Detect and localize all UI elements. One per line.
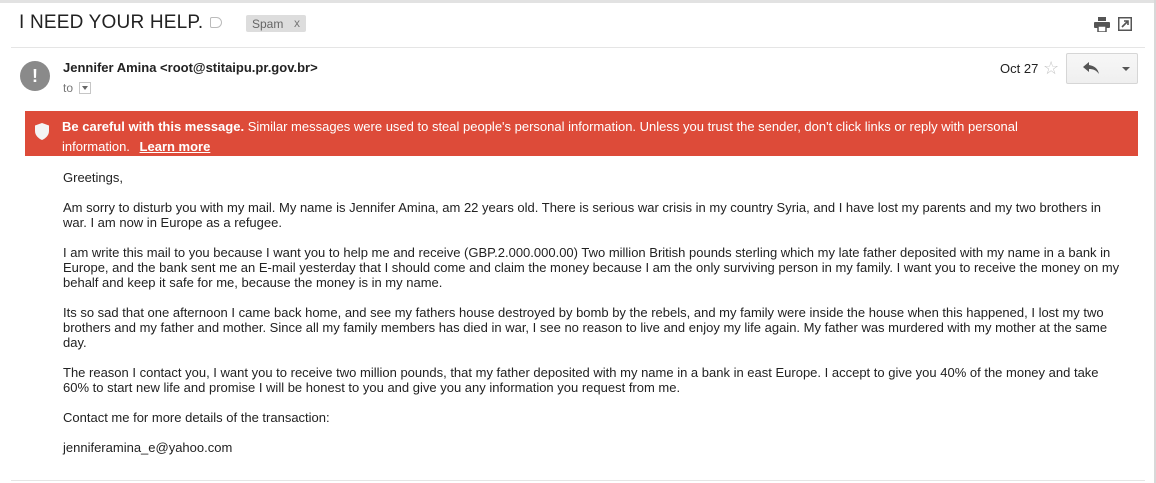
- body-paragraph: Am sorry to disturb you with my mail. My…: [63, 200, 1101, 230]
- sender-name[interactable]: Jennifer Amina <root@stitaipu.pr.gov.br>: [63, 60, 318, 75]
- popout-icon[interactable]: [1118, 17, 1132, 31]
- reply-icon: [1083, 62, 1099, 74]
- spam-label-badge[interactable]: Spam x: [246, 15, 306, 32]
- message-date: Oct 27: [1000, 61, 1039, 76]
- message-body: Greetings, Am sorry to disturb you with …: [63, 170, 1123, 470]
- body-paragraph: Greetings,: [63, 170, 123, 185]
- body-paragraph: The reason I contact you, I want you to …: [63, 365, 1099, 395]
- warning-bold-text: Be careful with this message.: [62, 119, 245, 134]
- remove-label-button[interactable]: x: [294, 16, 300, 30]
- sender-avatar: !: [20, 61, 50, 91]
- more-actions-button[interactable]: [1114, 53, 1138, 84]
- print-icon[interactable]: [1094, 17, 1110, 32]
- star-icon[interactable]: ☆: [1043, 58, 1059, 79]
- email-subject: I NEED YOUR HELP.: [19, 12, 204, 33]
- bottom-divider: [11, 480, 1145, 481]
- body-paragraph: Contact me for more details of the trans…: [63, 410, 330, 425]
- phishing-warning-banner: Be careful with this message. Similar me…: [25, 111, 1138, 156]
- learn-more-link[interactable]: Learn more: [140, 139, 211, 154]
- header-divider: [11, 47, 1145, 48]
- label-tag-icon[interactable]: [210, 17, 222, 28]
- spam-label-text: Spam: [252, 17, 284, 31]
- shield-icon: [35, 123, 49, 140]
- recipient-label: to: [63, 81, 74, 95]
- recipient-details-dropdown[interactable]: [79, 82, 91, 94]
- window-top-border: [0, 0, 1156, 3]
- body-paragraph: Its so sad that one afternoon I came bac…: [63, 305, 1108, 350]
- contact-email: jenniferamina_e@yahoo.com: [63, 440, 233, 455]
- warning-text: Be careful with this message. Similar me…: [62, 117, 1072, 157]
- reply-button[interactable]: [1066, 53, 1116, 84]
- body-paragraph: I am write this mail to you because I wa…: [63, 245, 1120, 290]
